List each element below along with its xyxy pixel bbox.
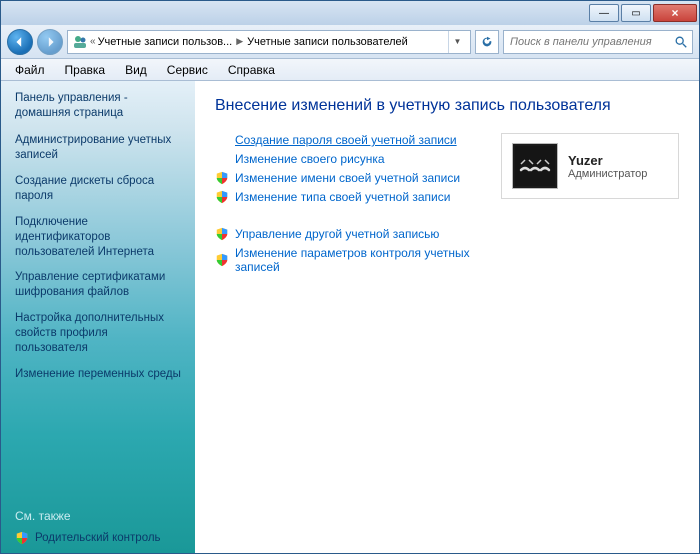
sidebar-item-env-vars[interactable]: Изменение переменных среды bbox=[15, 367, 183, 382]
task-list: Создание пароля своей учетной записи Изм… bbox=[215, 133, 483, 279]
user-name: Yuzer bbox=[568, 153, 647, 168]
sidebar-parental-control[interactable]: Родительский контроль bbox=[15, 531, 183, 545]
search-box[interactable] bbox=[503, 30, 693, 54]
sidebar-item-profile-props[interactable]: Настройка дополнительных свойств профиля… bbox=[15, 311, 183, 356]
menu-service[interactable]: Сервис bbox=[157, 61, 218, 79]
breadcrumb-chevrons[interactable]: « bbox=[90, 36, 96, 47]
breadcrumb[interactable]: « Учетные записи пользов... ▶ Учетные за… bbox=[67, 30, 471, 54]
sidebar: Панель управления - домашняя страница Ад… bbox=[1, 81, 195, 553]
refresh-button[interactable] bbox=[475, 30, 499, 54]
avatar bbox=[512, 143, 558, 189]
task-change-picture-label: Изменение своего рисунка bbox=[235, 152, 385, 166]
task-change-type-label: Изменение типа своей учетной записи bbox=[235, 190, 450, 204]
shield-icon bbox=[215, 190, 229, 204]
shield-icon bbox=[215, 227, 229, 241]
sidebar-home-link[interactable]: Панель управления - домашняя страница bbox=[15, 91, 183, 121]
task-change-type[interactable]: Изменение типа своей учетной записи bbox=[215, 190, 483, 204]
menu-view[interactable]: Вид bbox=[115, 61, 157, 79]
navigation-bar: « Учетные записи пользов... ▶ Учетные за… bbox=[1, 25, 699, 59]
sidebar-item-certificates[interactable]: Управление сертификатами шифрования файл… bbox=[15, 270, 183, 300]
task-change-name[interactable]: Изменение имени своей учетной записи bbox=[215, 171, 483, 185]
task-manage-other[interactable]: Управление другой учетной записью bbox=[215, 227, 483, 241]
breadcrumb-separator-icon: ▶ bbox=[234, 36, 245, 47]
control-panel-window: — ▭ × « Учетные записи пользов... ▶ Учет… bbox=[0, 0, 700, 554]
refresh-icon bbox=[480, 35, 494, 49]
arrow-left-icon bbox=[14, 36, 26, 48]
user-info: Yuzer Администратор bbox=[568, 153, 647, 180]
task-change-picture[interactable]: Изменение своего рисунка bbox=[215, 152, 483, 166]
titlebar: — ▭ × bbox=[1, 1, 699, 25]
sidebar-item-reset-disk[interactable]: Создание дискеты сброса пароля bbox=[15, 174, 183, 204]
menu-bar: Файл Правка Вид Сервис Справка bbox=[1, 59, 699, 81]
breadcrumb-dropdown-icon[interactable]: ▼ bbox=[448, 31, 466, 53]
content-row: Создание пароля своей учетной записи Изм… bbox=[215, 133, 679, 279]
user-card: Yuzer Администратор bbox=[501, 133, 679, 199]
search-icon bbox=[674, 35, 688, 49]
menu-help[interactable]: Справка bbox=[218, 61, 285, 79]
menu-file[interactable]: Файл bbox=[5, 61, 55, 79]
search-input[interactable] bbox=[508, 35, 674, 49]
shield-icon bbox=[215, 171, 229, 185]
sidebar-see-also-label: См. также bbox=[15, 509, 183, 523]
sidebar-item-admin-accounts[interactable]: Администрирование учетных записей bbox=[15, 133, 183, 163]
shield-icon bbox=[215, 253, 229, 267]
sidebar-item-link-ids[interactable]: Подключение идентификаторов пользователе… bbox=[15, 215, 183, 260]
task-create-password-label: Создание пароля своей учетной записи bbox=[235, 133, 457, 147]
user-accounts-icon bbox=[72, 34, 88, 50]
task-change-name-label: Изменение имени своей учетной записи bbox=[235, 171, 460, 185]
maximize-button[interactable]: ▭ bbox=[621, 4, 651, 22]
menu-edit[interactable]: Правка bbox=[55, 61, 116, 79]
main-content: Внесение изменений в учетную запись поль… bbox=[195, 81, 699, 553]
task-manage-other-label: Управление другой учетной записью bbox=[235, 227, 439, 241]
sidebar-nav: Администрирование учетных записей Создан… bbox=[15, 133, 183, 509]
close-button[interactable]: × bbox=[653, 4, 697, 22]
body: Панель управления - домашняя страница Ад… bbox=[1, 81, 699, 553]
task-uac-settings[interactable]: Изменение параметров контроля учетных за… bbox=[215, 246, 483, 274]
back-button[interactable] bbox=[7, 29, 33, 55]
minimize-button[interactable]: — bbox=[589, 4, 619, 22]
arrow-right-icon bbox=[44, 36, 56, 48]
task-create-password[interactable]: Создание пароля своей учетной записи bbox=[215, 133, 483, 147]
forward-button[interactable] bbox=[37, 29, 63, 55]
shield-icon bbox=[15, 531, 29, 545]
breadcrumb-item-2[interactable]: Учетные записи пользователей bbox=[247, 36, 408, 48]
task-uac-settings-label: Изменение параметров контроля учетных за… bbox=[235, 246, 483, 274]
sidebar-parental-label: Родительский контроль bbox=[35, 532, 161, 544]
page-title: Внесение изменений в учетную запись поль… bbox=[215, 97, 679, 115]
breadcrumb-item-1[interactable]: Учетные записи пользов... bbox=[98, 36, 233, 48]
user-role: Администратор bbox=[568, 168, 647, 180]
